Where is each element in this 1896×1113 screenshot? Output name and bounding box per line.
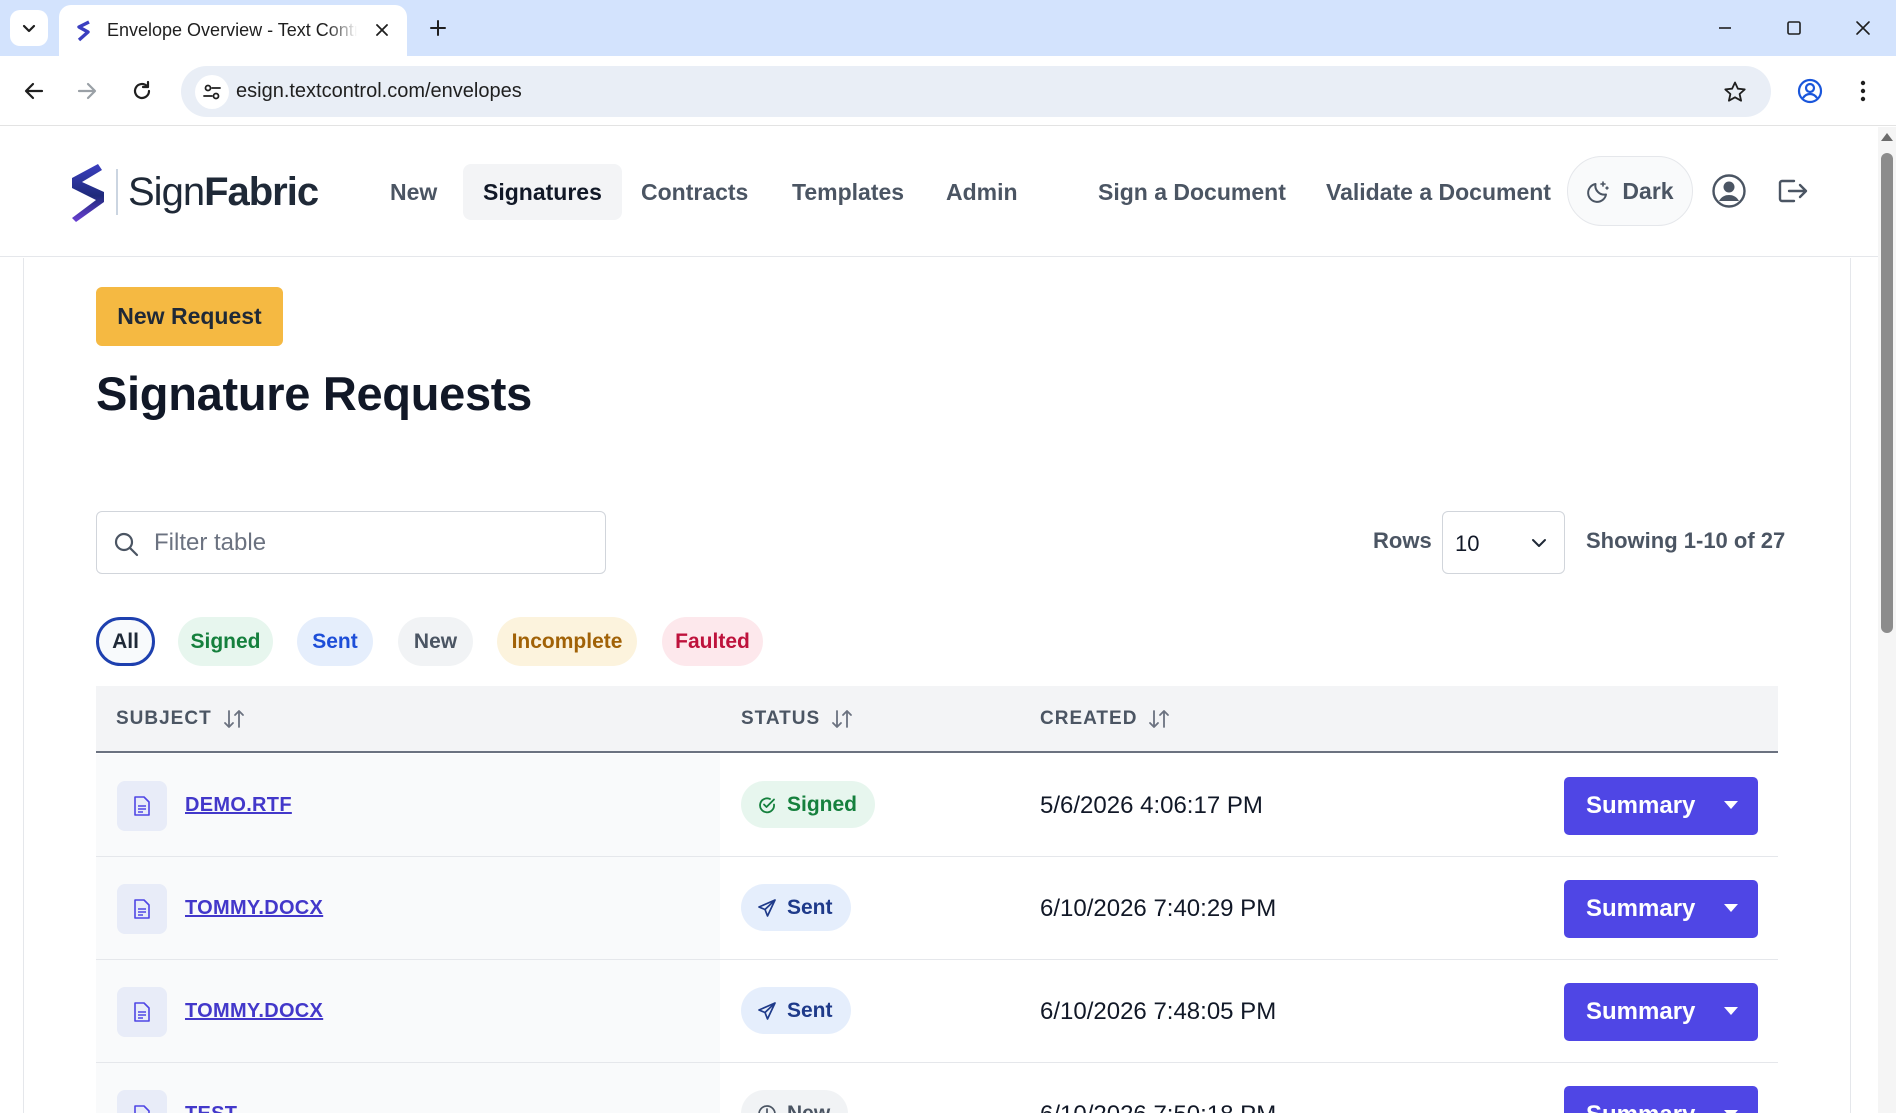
scroll-up-arrow-icon[interactable] [1881,133,1893,141]
new-tab-icon[interactable] [424,14,452,42]
subject-link[interactable]: TOMMY.DOCX [185,897,323,920]
chevron-down-icon [22,24,36,33]
browser-menu-icon[interactable] [1846,74,1880,108]
search-icon [114,532,139,557]
url-text: esign.textcontrol.com/envelopes [236,80,522,102]
caret-down-icon[interactable] [1724,1007,1738,1015]
pagination-summary: Showing 1-10 of 27 [1586,528,1786,553]
new-request-button[interactable]: New Request [96,287,283,346]
rows-label: Rows [1373,528,1432,553]
page-title: Signature Requests [96,367,532,420]
check-circle-icon [759,797,775,813]
created-date: 6/10/2026 7:40:29 PM [1040,895,1277,922]
summary-button[interactable]: Summary [1564,880,1758,938]
subject-link[interactable]: TOMMY.DOCX [185,1000,323,1023]
logo-text: SignFabric [128,169,319,214]
maximize-icon[interactable] [1777,12,1811,44]
signfabric-logo[interactable]: SignFabric [66,160,319,224]
filter-table-field[interactable] [96,511,606,574]
summary-button[interactable]: Summary [1564,983,1758,1041]
status-badge: New [741,1090,849,1113]
moon-icon [1587,181,1610,203]
nav-new[interactable]: New [370,164,457,220]
paper-plane-icon [758,1001,776,1020]
sort-icon [223,710,244,728]
table-row: TEST New 6/10/2026 7:50:18 PM Summary [96,1063,1778,1113]
logout-icon[interactable] [1772,171,1812,211]
nav-contracts[interactable]: Contracts [621,164,768,220]
browser-toolbar: esign.textcontrol.com/envelopes [0,56,1896,126]
browser-tab-strip: Envelope Overview - Text Control [0,0,1896,56]
document-icon [117,1090,167,1113]
created-date: 5/6/2026 4:06:17 PM [1040,792,1263,819]
favicon-icon [77,19,90,41]
chevron-down-icon [1532,539,1546,547]
created-date: 6/10/2026 7:48:05 PM [1040,998,1277,1025]
column-header-subject[interactable]: SUBJECT [116,708,246,730]
column-header-status[interactable]: STATUS [741,708,854,730]
site-settings-icon[interactable] [195,75,229,109]
tab-search-button[interactable] [10,10,48,46]
sort-icon [1149,710,1170,728]
profile-icon[interactable] [1793,74,1827,108]
summary-button[interactable]: Summary [1564,777,1758,835]
address-bar[interactable]: esign.textcontrol.com/envelopes [181,66,1771,117]
minimize-icon[interactable] [1708,12,1742,44]
status-badge: Signed [741,781,876,828]
nav-admin[interactable]: Admin [926,164,1038,220]
nav-templates[interactable]: Templates [772,164,924,220]
status-badge: Sent [741,884,851,931]
document-icon [117,781,167,831]
filter-chip-faulted[interactable]: Faulted [662,617,763,666]
filter-chip-signed[interactable]: Signed [178,617,273,666]
table-row: DEMO.RTF Signed 5/6/2026 4:06:17 PM Summ… [96,754,1778,857]
created-date: 6/10/2026 7:50:18 PM [1040,1101,1276,1113]
app-header: SignFabric New Signatures Contracts Temp… [0,127,1878,257]
user-account-icon[interactable] [1709,171,1749,211]
nav-validate-a-document[interactable]: Validate a Document [1306,164,1571,220]
sort-icon [832,710,853,728]
scrollbar-thumb[interactable] [1881,153,1893,633]
rows-per-page-select[interactable]: 10 [1442,511,1565,574]
status-badge: Sent [741,987,851,1034]
summary-button[interactable]: Summary [1564,1086,1758,1113]
document-icon [117,987,167,1037]
document-icon [117,884,167,934]
tab-title: Envelope Overview - Text Control [107,20,357,40]
table-header: SUBJECT STATUS CREATED [96,686,1778,753]
clock-icon [758,1104,776,1113]
nav-sign-a-document[interactable]: Sign a Document [1078,164,1306,220]
caret-down-icon[interactable] [1724,801,1738,809]
back-icon[interactable] [17,74,51,108]
filter-chip-sent[interactable]: Sent [297,617,373,666]
logo-mark-icon [72,164,104,222]
dark-mode-toggle[interactable]: Dark [1567,156,1693,226]
bookmark-star-icon[interactable] [1721,78,1749,106]
close-window-icon[interactable] [1846,12,1880,44]
filter-table-input[interactable] [154,512,594,573]
table-row: TOMMY.DOCX Sent 6/10/2026 7:48:05 PM Sum… [96,960,1778,1063]
nav-signatures[interactable]: Signatures [463,164,622,220]
paper-plane-icon [758,898,776,917]
filter-chip-new[interactable]: New [398,617,473,666]
subject-link[interactable]: TEST [185,1103,237,1113]
table-row: TOMMY.DOCX Sent 6/10/2026 7:40:29 PM Sum… [96,857,1778,960]
filter-chip-incomplete[interactable]: Incomplete [497,617,637,666]
logo-divider [116,169,118,215]
column-header-created[interactable]: CREATED [1040,708,1171,730]
rows-per-page-value: 10 [1455,531,1480,556]
close-tab-icon[interactable] [371,19,393,41]
subject-link[interactable]: DEMO.RTF [185,794,292,817]
browser-tab-active[interactable]: Envelope Overview - Text Control [59,5,407,56]
caret-down-icon[interactable] [1724,904,1738,912]
forward-icon[interactable] [70,74,104,108]
reload-icon[interactable] [125,74,159,108]
filter-chip-all[interactable]: All [96,617,155,666]
